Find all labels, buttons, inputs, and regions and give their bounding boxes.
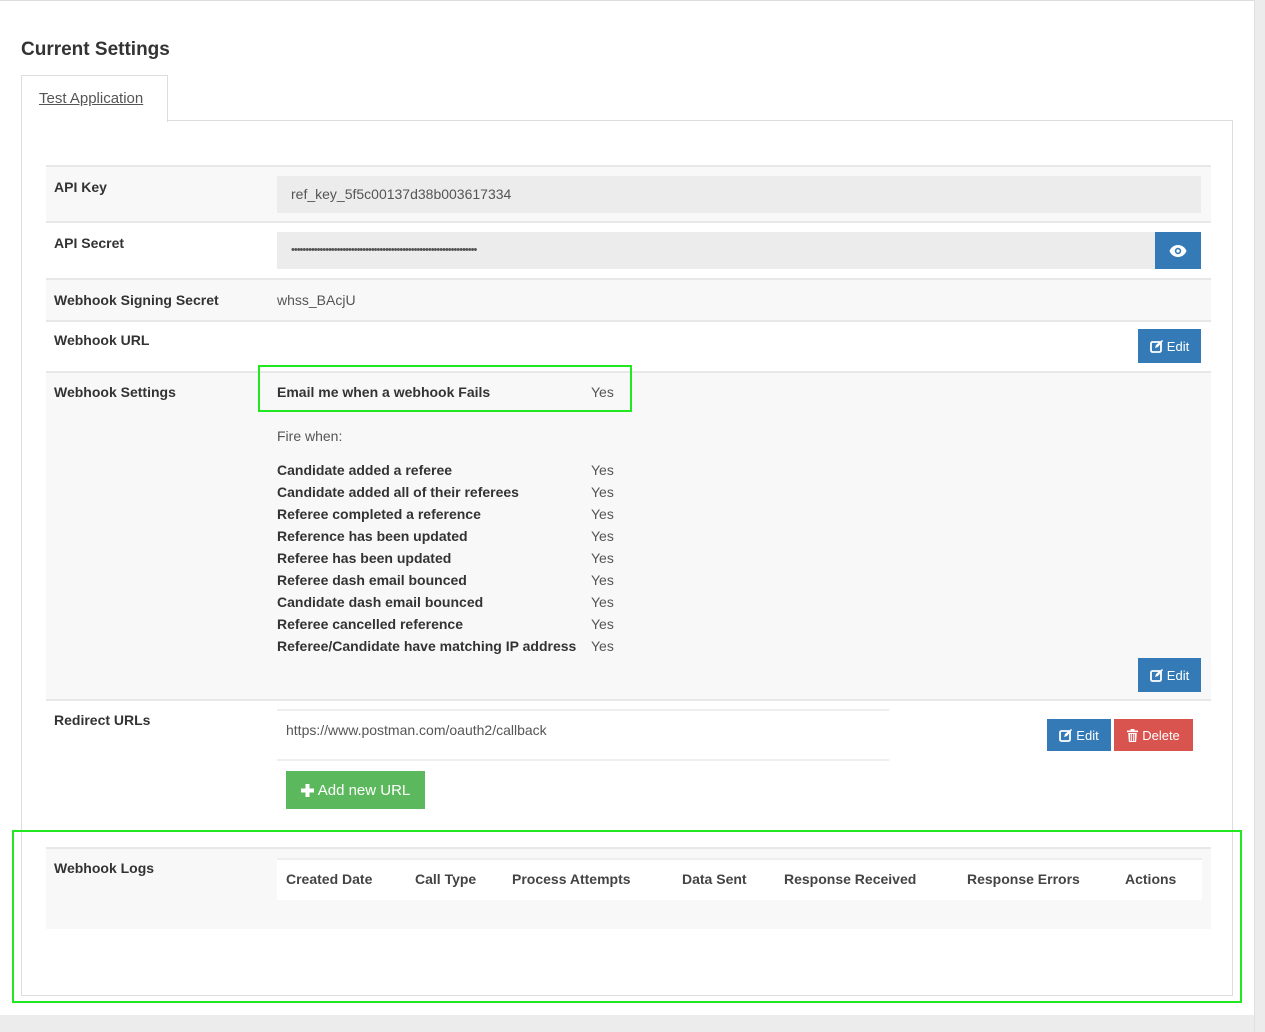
email-on-fail-label: Email me when a webhook Fails [277,384,491,400]
redirect-urls-row: Redirect URLs https://www.postman.com/oa… [46,699,1211,847]
event-value: Yes [591,572,614,588]
add-url-label: Add new URL [317,781,411,799]
redirect-url-value: https://www.postman.com/oauth2/callback [286,722,547,738]
api-key-field[interactable]: ref_key_5f5c00137d38b003617334 [277,176,1201,213]
webhook-settings-label: Webhook Settings [54,384,176,400]
plus-icon [300,783,314,797]
api-key-label: API Key [54,179,107,195]
signing-secret-value: whss_BAcjU [277,292,356,308]
email-on-fail-value: Yes [591,384,614,400]
event-value: Yes [591,462,614,478]
webhook-url-row: Webhook URL Edit [46,320,1211,371]
column-header-response-errors: Response Errors [967,871,1080,887]
api-key-row: API Key ref_key_5f5c00137d38b003617334 [46,165,1211,221]
fire-when-label: Fire when: [277,428,343,444]
event-label: Referee cancelled reference [277,616,463,632]
scrollbar-track[interactable] [1254,0,1265,1032]
event-value: Yes [591,594,614,610]
edit-label: Edit [1166,667,1190,683]
edit-label: Edit [1166,338,1190,354]
page-title: Current Settings [21,39,170,60]
event-label: Referee has been updated [277,550,452,566]
trash-icon [1127,728,1139,742]
event-value: Yes [591,616,614,632]
column-header-actions: Actions [1125,871,1177,887]
event-label: Candidate added a referee [277,462,453,478]
event-label: Candidate added all of their referees [277,484,519,500]
event-label: Referee/Candidate have matching IP addre… [277,638,577,654]
column-header-created-date: Created Date [286,871,373,887]
edit-icon [1059,728,1073,742]
webhook-url-label: Webhook URL [54,332,150,348]
column-header-call-type: Call Type [415,871,477,887]
webhook-settings-edit-button[interactable]: Edit [1138,658,1201,692]
event-value: Yes [591,528,614,544]
webhook-url-edit-button[interactable]: Edit [1138,329,1201,363]
tab-label[interactable]: Test Application [39,90,143,107]
event-label: Reference has been updated [277,528,468,544]
edit-icon [1149,339,1163,353]
tab-content: API Key ref_key_5f5c00137d38b003617334 A… [21,120,1233,996]
edit-label: Edit [1076,727,1099,743]
webhook-logs-label: Webhook Logs [54,860,155,876]
delete-label: Delete [1142,727,1180,743]
edit-icon [1149,668,1163,682]
webhook-logs-row: Webhook Logs Created Date Call Type Proc… [46,847,1211,929]
api-secret-label: API Secret [54,235,125,251]
column-header-process-attempts: Process Attempts [512,871,631,887]
redirect-url-delete-button[interactable]: Delete [1114,719,1193,751]
event-label: Referee dash email bounced [277,572,467,588]
redirect-urls-label: Redirect URLs [54,712,151,728]
webhook-logs-table-header: Created Date Call Type Process Attempts … [277,858,1202,900]
signing-secret-label: Webhook Signing Secret [54,292,219,308]
column-header-response-received: Response Received [784,871,917,887]
webhook-settings-row: Webhook Settings Email me when a webhook… [46,371,1211,699]
event-label: Candidate dash email bounced [277,594,484,610]
signing-secret-row: Webhook Signing Secret whss_BAcjU [46,278,1211,320]
api-secret-field[interactable]: ••••••••••••••••••••••••••••••••••••••••… [277,232,1155,269]
event-value: Yes [591,638,614,654]
add-new-url-button[interactable]: Add new URL [286,771,425,809]
event-value: Yes [591,506,614,522]
redirect-url-item: https://www.postman.com/oauth2/callback [277,709,889,761]
column-header-data-sent: Data Sent [682,871,747,887]
redirect-url-edit-button[interactable]: Edit [1047,719,1111,751]
main-panel: Current Settings Test Application API Ke… [0,0,1254,1015]
api-secret-row: API Secret •••••••••••••••••••••••••••••… [46,221,1211,278]
event-label: Referee completed a reference [277,506,481,522]
event-value: Yes [591,484,614,500]
reveal-secret-button[interactable] [1155,232,1201,269]
event-value: Yes [591,550,614,566]
eye-icon [1169,244,1187,257]
tab-test-application[interactable]: Test Application [21,75,168,122]
